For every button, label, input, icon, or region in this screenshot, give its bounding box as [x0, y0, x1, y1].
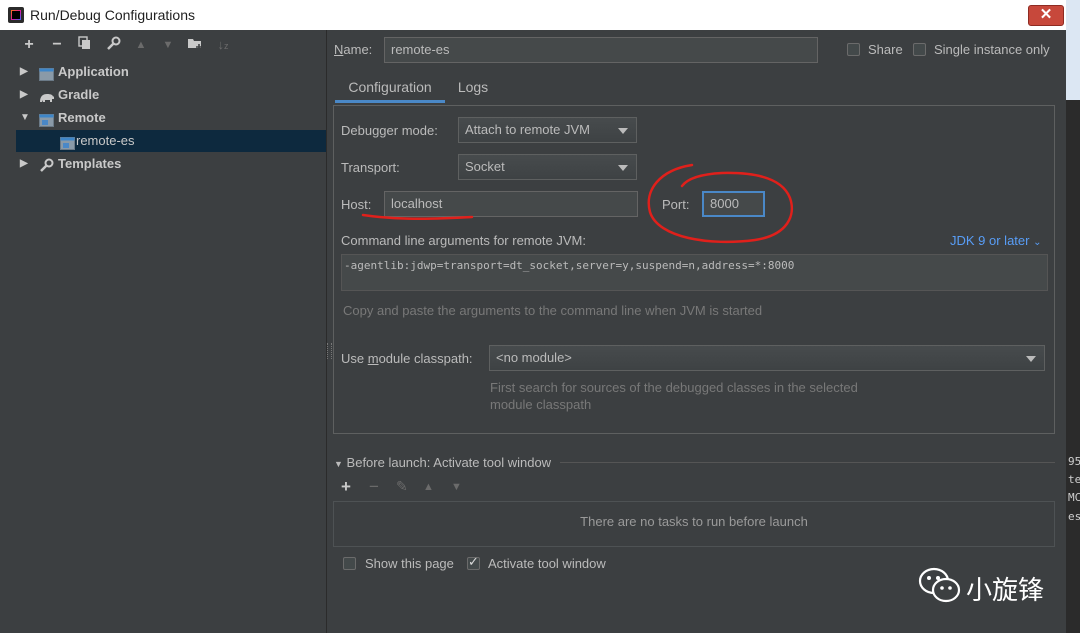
cmdline-label: Command line arguments for remote JVM: — [341, 233, 586, 248]
move-task-up-icon[interactable]: ▲ — [423, 481, 434, 493]
intellij-app-icon — [8, 7, 24, 23]
chevron-down-icon — [618, 128, 628, 134]
name-label: Name: — [334, 42, 373, 57]
edge-text-fragment: te — [1068, 473, 1080, 486]
module-classpath-select[interactable]: <no module> — [489, 345, 1045, 371]
jdk-version-link[interactable]: JDK 9 or later ⌄ — [950, 233, 1042, 248]
before-launch-task-list[interactable]: There are no tasks to run before launch — [333, 501, 1055, 547]
single-instance-checkbox[interactable] — [913, 43, 926, 56]
edge-text-fragment: MC — [1068, 491, 1080, 504]
show-page-label: Show this page — [365, 556, 454, 571]
wrench-icon[interactable] — [104, 36, 122, 54]
section-divider — [560, 462, 1055, 463]
debugger-mode-label: Debugger mode: — [341, 123, 438, 138]
tab-configuration[interactable]: Configuration — [335, 73, 445, 103]
transport-select[interactable]: Socket — [458, 154, 637, 180]
name-input[interactable]: remote-es — [384, 37, 818, 63]
background-window-edge: 95 te MC es — [1066, 0, 1080, 633]
remote-config-icon — [60, 135, 75, 150]
single-instance-label: Single instance only — [934, 42, 1050, 57]
copy-icon[interactable] — [76, 36, 94, 54]
share-label: Share — [868, 42, 903, 57]
gradle-elephant-icon — [39, 89, 54, 102]
tree-item-label: Application — [58, 64, 129, 79]
application-icon — [39, 66, 54, 81]
module-hint-line1: First search for sources of the debugged… — [490, 380, 858, 395]
watermark-text: 小旋锋 — [966, 576, 1045, 606]
transport-label: Transport: — [341, 160, 400, 175]
remove-icon[interactable]: − — [48, 36, 66, 54]
tree-item-remote[interactable]: ▼ Remote — [16, 107, 326, 129]
module-hint-line2: module classpath — [490, 397, 592, 412]
chevron-down-icon — [1026, 356, 1036, 362]
move-task-down-icon[interactable]: ▼ — [451, 481, 462, 493]
expand-arrow-icon[interactable]: ▶ — [20, 84, 28, 106]
title-bar: Run/Debug Configurations ✕ — [0, 0, 1066, 30]
module-classpath-label: Use module classpath: — [341, 351, 473, 366]
tree-item-label: Templates — [58, 156, 122, 171]
chevron-down-icon — [618, 165, 628, 171]
red-circle-annotation — [647, 163, 794, 244]
cmdline-hint: Copy and paste the arguments to the comm… — [343, 303, 763, 318]
chevron-down-icon: ⌄ — [1033, 237, 1042, 248]
edge-text-fragment: 95 — [1068, 455, 1080, 468]
sort-icon[interactable]: ↓z — [214, 36, 232, 54]
jvm-args-textarea[interactable]: -agentlib:jdwp=transport=dt_socket,serve… — [341, 254, 1048, 291]
close-button[interactable]: ✕ — [1028, 5, 1064, 26]
splitter-handle[interactable] — [327, 343, 332, 359]
wrench-icon — [39, 158, 54, 172]
before-launch-header[interactable]: ▼ Before launch: Activate tool window — [334, 455, 551, 470]
collapse-arrow-icon[interactable]: ▼ — [20, 107, 30, 129]
collapse-arrow-icon: ▼ — [334, 459, 343, 469]
tree-item-application[interactable]: ▶ Application — [16, 61, 326, 83]
move-up-icon[interactable]: ▲ — [132, 36, 150, 54]
tree-item-remote-es[interactable]: remote-es — [16, 130, 326, 152]
remote-debug-icon — [39, 112, 54, 127]
tree-item-label: remote-es — [76, 133, 135, 148]
folder-add-icon[interactable] — [186, 36, 204, 54]
tab-logs[interactable]: Logs — [450, 73, 496, 103]
wechat-logo-icon — [918, 567, 961, 603]
add-icon[interactable]: + — [20, 36, 38, 54]
window-title: Run/Debug Configurations — [30, 7, 195, 23]
edge-text-fragment: es — [1068, 510, 1080, 523]
show-page-checkbox[interactable] — [343, 557, 356, 570]
red-underline-annotation — [361, 213, 474, 220]
expand-arrow-icon[interactable]: ▶ — [20, 153, 28, 175]
tree-item-label: Gradle — [58, 87, 100, 102]
tree-item-gradle[interactable]: ▶ Gradle — [16, 84, 326, 106]
edit-task-icon[interactable]: ✎ — [396, 478, 408, 495]
activate-tool-window-label: Activate tool window — [488, 556, 606, 571]
expand-arrow-icon[interactable]: ▶ — [20, 61, 28, 83]
activate-tool-window-checkbox[interactable] — [467, 554, 480, 570]
move-down-icon[interactable]: ▼ — [159, 36, 177, 54]
add-task-icon[interactable]: + — [341, 477, 351, 497]
debugger-mode-select[interactable]: Attach to remote JVM — [458, 117, 637, 143]
remove-task-icon[interactable]: − — [369, 477, 379, 497]
share-checkbox[interactable] — [847, 43, 860, 56]
tree-item-label: Remote — [58, 110, 106, 125]
tree-item-templates[interactable]: ▶ Templates — [16, 153, 326, 175]
